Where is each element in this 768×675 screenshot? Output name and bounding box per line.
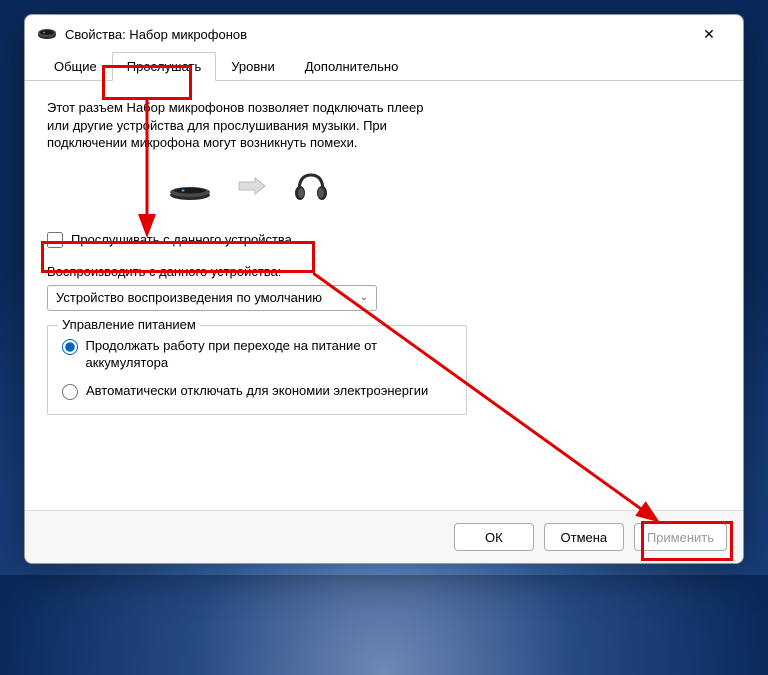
- cancel-button[interactable]: Отмена: [544, 523, 624, 551]
- play-through-label: Воспроизводить с данного устройства:: [47, 264, 721, 279]
- window-title: Свойства: Набор микрофонов: [65, 27, 247, 42]
- arrow-right-icon: [237, 176, 267, 199]
- radio-continue-row[interactable]: Продолжать работу при переходе на питани…: [62, 338, 452, 372]
- radio-continue-label: Продолжать работу при переходе на питани…: [86, 338, 452, 372]
- device-illustration: [47, 166, 721, 210]
- tab-levels[interactable]: Уровни: [216, 52, 289, 81]
- close-icon: ✕: [703, 26, 715, 43]
- chevron-down-icon: ⌄: [360, 292, 368, 303]
- listen-checkbox-row[interactable]: Прослушивать с данного устройства: [47, 232, 721, 248]
- properties-dialog: Свойства: Набор микрофонов ✕ Общие Просл…: [24, 14, 744, 564]
- button-bar: ОК Отмена Применить: [25, 510, 743, 563]
- listen-checkbox-label: Прослушивать с данного устройства: [71, 232, 292, 247]
- power-management-group: Управление питанием Продолжать работу пр…: [47, 325, 467, 416]
- radio-auto-off[interactable]: [62, 384, 78, 400]
- dropdown-value: Устройство воспроизведения по умолчанию: [56, 290, 322, 305]
- tab-content: Этот разъем Набор микрофонов позволяет п…: [25, 81, 743, 510]
- playback-device-dropdown[interactable]: Устройство воспроизведения по умолчанию …: [47, 285, 377, 311]
- apply-button[interactable]: Применить: [634, 523, 727, 551]
- input-device-icon: [167, 171, 213, 204]
- close-button[interactable]: ✕: [687, 19, 731, 49]
- tab-listen[interactable]: Прослушать: [112, 52, 217, 81]
- titlebar: Свойства: Набор микрофонов ✕: [25, 15, 743, 53]
- listen-checkbox[interactable]: [47, 232, 63, 248]
- radio-autooff-row[interactable]: Автоматически отключать для экономии эле…: [62, 383, 452, 400]
- tab-strip: Общие Прослушать Уровни Дополнительно: [25, 51, 743, 81]
- tab-advanced[interactable]: Дополнительно: [290, 52, 414, 81]
- tab-general[interactable]: Общие: [39, 52, 112, 81]
- radio-auto-off-label: Автоматически отключать для экономии эле…: [86, 383, 428, 400]
- description-text: Этот разъем Набор микрофонов позволяет п…: [47, 99, 447, 152]
- headphones-icon: [291, 169, 331, 206]
- microphone-array-icon: [37, 26, 57, 42]
- power-legend: Управление питанием: [58, 317, 200, 332]
- radio-continue[interactable]: [62, 339, 78, 355]
- ok-button[interactable]: ОК: [454, 523, 534, 551]
